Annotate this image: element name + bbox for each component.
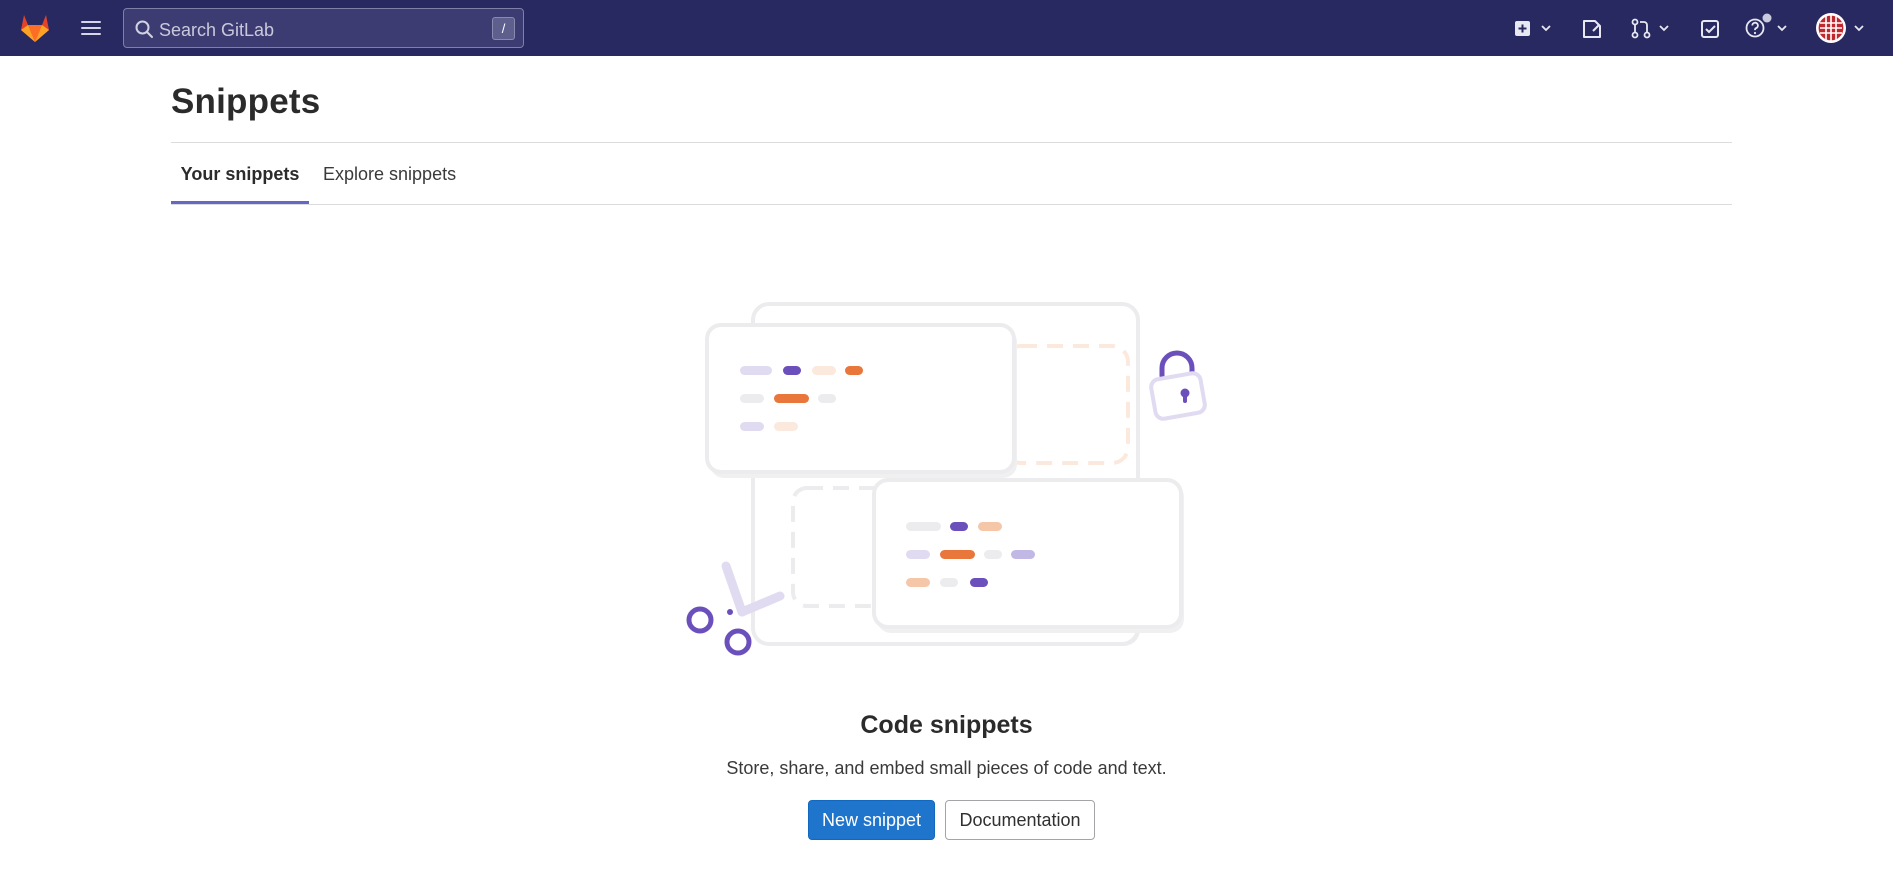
search-box[interactable]: Search GitLab / (123, 8, 524, 48)
documentation-button[interactable]: Documentation (945, 800, 1095, 840)
main-menu-button[interactable] (78, 16, 104, 40)
chevron-down-icon (1777, 25, 1787, 32)
merge-requests-icon (1631, 18, 1651, 39)
chevron-down-icon (1541, 25, 1551, 32)
search-placeholder: Search GitLab (159, 20, 275, 40)
todos-check-icon (1701, 20, 1719, 38)
chevron-down-icon (1854, 25, 1864, 32)
avatar (1816, 13, 1846, 43)
empty-state-title: Code snippets (860, 711, 1033, 739)
new-item-dropdown[interactable] (1511, 12, 1555, 44)
issues-icon (1583, 20, 1601, 38)
tab-your-snippets[interactable]: Your snippets (171, 143, 309, 204)
search-icon (135, 20, 153, 38)
page-title: Snippets (171, 82, 321, 121)
help-dropdown[interactable] (1743, 12, 1789, 44)
tab-explore-snippets[interactable]: Explore snippets (323, 143, 463, 204)
chevron-down-icon (1659, 25, 1669, 32)
snippets-tabs: Your snippets Explore snippets (171, 143, 1732, 205)
issues-button[interactable] (1580, 12, 1604, 44)
user-menu-dropdown[interactable] (1815, 12, 1867, 44)
search-shortcut-badge: / (492, 17, 515, 40)
empty-state-description: Store, share, and embed small pieces of … (726, 758, 1167, 778)
new-item-plus-icon (1515, 21, 1530, 36)
todos-button[interactable] (1698, 12, 1722, 44)
merge-requests-dropdown[interactable] (1630, 12, 1674, 44)
new-snippet-button[interactable]: New snippet (808, 800, 935, 840)
help-question-icon (1745, 13, 1772, 38)
top-bar: Search GitLab / (0, 0, 1893, 56)
gitlab-logo-icon[interactable] (18, 11, 52, 45)
code-snippets-illustration (686, 302, 1207, 656)
